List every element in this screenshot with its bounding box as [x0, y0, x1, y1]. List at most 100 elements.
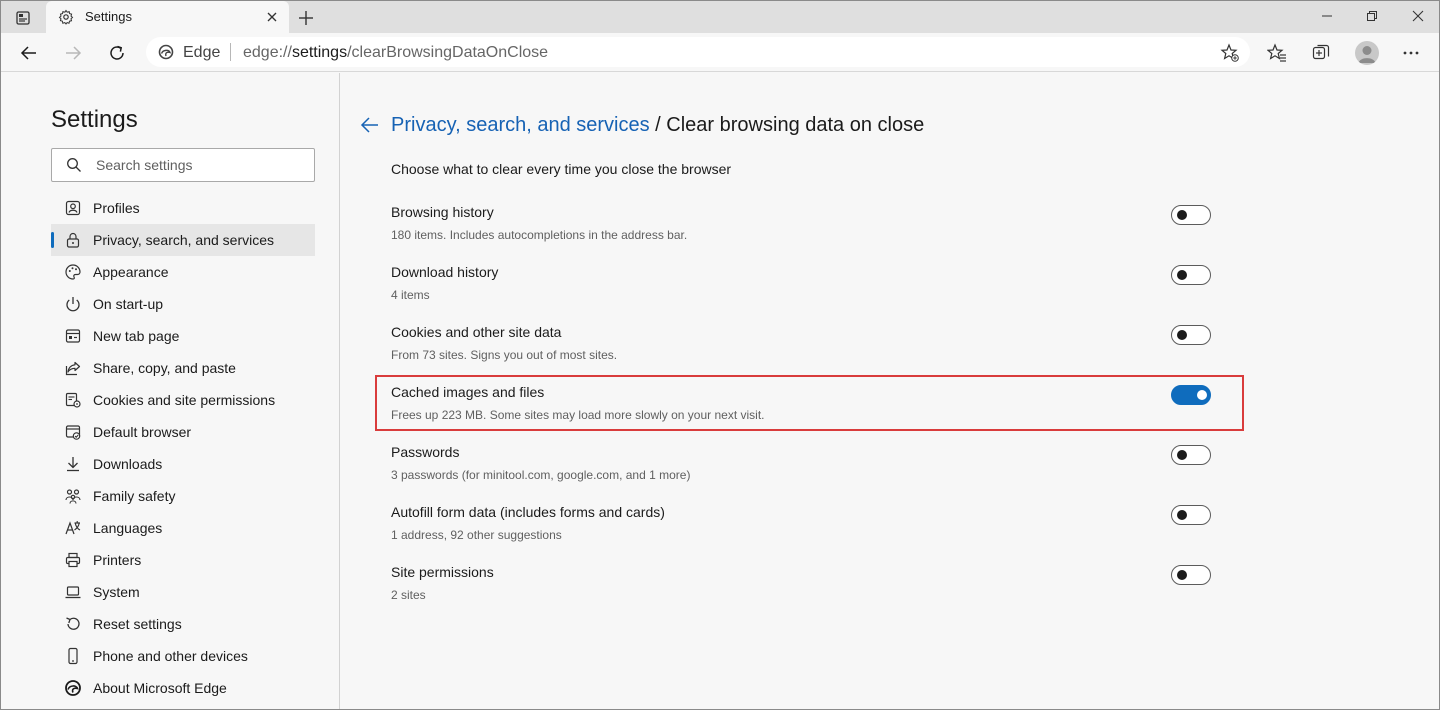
setting-row-passwords: Passwords 3 passwords (for minitool.com, …: [391, 444, 1211, 500]
breadcrumb-current: Clear browsing data on close: [666, 114, 925, 136]
toggle-cookies-and-other-site-data[interactable]: [1171, 325, 1211, 345]
setting-row-autofill-form-data-includes-forms-and-cards: Autofill form data (includes forms and c…: [391, 504, 1211, 560]
sidebar-item-label: On start-up: [93, 296, 164, 312]
tab-actions-button[interactable]: [9, 7, 37, 29]
profile-avatar[interactable]: [1355, 41, 1379, 65]
back-button[interactable]: [17, 41, 41, 65]
new-tab-icon[interactable]: [295, 7, 317, 29]
toggle-download-history[interactable]: [1171, 265, 1211, 285]
collections-button[interactable]: [1309, 41, 1333, 65]
default-browser-icon: [64, 423, 82, 441]
share-icon: [64, 359, 82, 377]
toggle-site-permissions[interactable]: [1171, 565, 1211, 585]
favorites-button[interactable]: [1265, 41, 1289, 65]
forward-button[interactable]: [61, 41, 85, 65]
toggle-browsing-history[interactable]: [1171, 205, 1211, 225]
address-bar[interactable]: Edge edge://settings/clearBrowsingDataOn…: [146, 37, 1250, 67]
refresh-button[interactable]: [105, 41, 129, 65]
browser-toolbar: Edge edge://settings/clearBrowsingDataOn…: [1, 33, 1439, 72]
sidebar-item-label: New tab page: [93, 328, 180, 344]
sidebar-item-cookies-and-site-permissions[interactable]: Cookies and site permissions: [51, 384, 315, 416]
sidebar-item-about-microsoft-edge[interactable]: About Microsoft Edge: [51, 672, 315, 704]
setting-title: Cookies and other site data: [391, 324, 562, 340]
forward-arrow-icon: [66, 46, 82, 60]
minimize-button[interactable]: [1315, 5, 1339, 27]
back-arrow-icon: [20, 46, 36, 60]
toggle-knob: [1177, 570, 1187, 580]
add-favorite-icon[interactable]: [1220, 43, 1240, 63]
main-content: Privacy, search, and services / Clear br…: [341, 73, 1439, 709]
sidebar-item-system[interactable]: System: [51, 576, 315, 608]
search-settings-box[interactable]: [51, 148, 315, 182]
setting-title: Passwords: [391, 444, 460, 460]
restore-icon: [1367, 11, 1377, 21]
search-icon: [67, 158, 81, 172]
setting-row-cached-images-and-files: Cached images and files Frees up 223 MB. …: [391, 384, 1211, 440]
sidebar-item-downloads[interactable]: Downloads: [51, 448, 315, 480]
sidebar-item-label: Cookies and site permissions: [93, 392, 276, 408]
address-site-label: Edge: [183, 44, 221, 61]
sidebar-item-label: Downloads: [93, 456, 163, 472]
sidebar-item-family-safety[interactable]: Family safety: [51, 480, 315, 512]
search-input[interactable]: [96, 156, 296, 174]
sidebar-item-label: About Microsoft Edge: [93, 680, 227, 696]
setting-row-browsing-history: Browsing history 180 items. Includes auto…: [391, 204, 1211, 260]
palette-icon: [64, 263, 82, 281]
address-url[interactable]: edge://settings/clearBrowsingDataOnClose: [243, 44, 548, 62]
languages-icon: [64, 519, 82, 537]
toggle-cached-images-and-files[interactable]: [1171, 385, 1211, 405]
back-to-privacy-icon[interactable]: [359, 114, 381, 136]
toggle-knob: [1177, 210, 1187, 220]
sidebar-item-label: Profiles: [93, 200, 140, 216]
tab-strip: Settings: [1, 1, 1439, 33]
sidebar-item-label: Privacy, search, and services: [93, 232, 275, 248]
toggle-passwords[interactable]: [1171, 445, 1211, 465]
url-scheme: edge://: [243, 44, 292, 61]
minimize-icon: [1322, 15, 1332, 17]
sidebar-title: Settings: [51, 106, 138, 133]
sidebar-item-reset-settings[interactable]: Reset settings: [51, 608, 315, 640]
address-divider: [230, 43, 231, 61]
breadcrumb-separator: /: [649, 114, 667, 136]
intro-text: Choose what to clear every time you clos…: [391, 161, 732, 177]
url-host: settings: [291, 44, 348, 61]
toggle-knob: [1177, 510, 1187, 520]
close-tab-icon[interactable]: [264, 9, 280, 25]
sidebar-item-languages[interactable]: Languages: [51, 512, 315, 544]
breadcrumb-privacy-link[interactable]: Privacy, search, and services: [391, 114, 650, 136]
tab-settings[interactable]: Settings: [46, 1, 289, 33]
setting-description: 180 items. Includes autocompletions in t…: [391, 228, 688, 242]
sidebar-item-new-tab-page[interactable]: New tab page: [51, 320, 315, 352]
laptop-icon: [64, 583, 82, 601]
sidebar-item-on-start-up[interactable]: On start-up: [51, 288, 315, 320]
download-icon: [64, 455, 82, 473]
setting-description: Frees up 223 MB. Some sites may load mor…: [391, 408, 765, 422]
toggle-autofill-form-data-includes-forms-and-cards[interactable]: [1171, 505, 1211, 525]
sidebar-item-label: System: [93, 584, 140, 600]
setting-row-download-history: Download history 4 items: [391, 264, 1211, 320]
gear-icon: [58, 9, 74, 25]
printer-icon: [64, 551, 82, 569]
phone-icon: [64, 647, 82, 665]
edge-logo-icon: [64, 679, 82, 697]
sidebar-item-privacy-search-and-services[interactable]: Privacy, search, and services: [51, 224, 315, 256]
sidebar-item-default-browser[interactable]: Default browser: [51, 416, 315, 448]
sidebar-item-share-copy-and-paste[interactable]: Share, copy, and paste: [51, 352, 315, 384]
close-window-button[interactable]: [1406, 5, 1430, 27]
sidebar-item-phone-and-other-devices[interactable]: Phone and other devices: [51, 640, 315, 672]
more-menu-button[interactable]: [1399, 41, 1423, 65]
sidebar-item-appearance[interactable]: Appearance: [51, 256, 315, 288]
tab-title: Settings: [85, 9, 132, 24]
setting-title: Site permissions: [391, 564, 494, 580]
sidebar-item-label: Phone and other devices: [93, 648, 248, 664]
setting-title: Download history: [391, 264, 499, 280]
sidebar-item-profiles[interactable]: Profiles: [51, 192, 315, 224]
collections-icon: [1312, 44, 1330, 60]
new-tab-page-icon: [64, 327, 82, 345]
cookies-icon: [64, 391, 82, 409]
settings-nav: Profiles Privacy, search, and services App…: [51, 192, 315, 704]
setting-row-cookies-and-other-site-data: Cookies and other site data From 73 sites…: [391, 324, 1211, 380]
sidebar-item-printers[interactable]: Printers: [51, 544, 315, 576]
restore-button[interactable]: [1360, 5, 1384, 27]
edge-site-icon: [158, 44, 174, 60]
